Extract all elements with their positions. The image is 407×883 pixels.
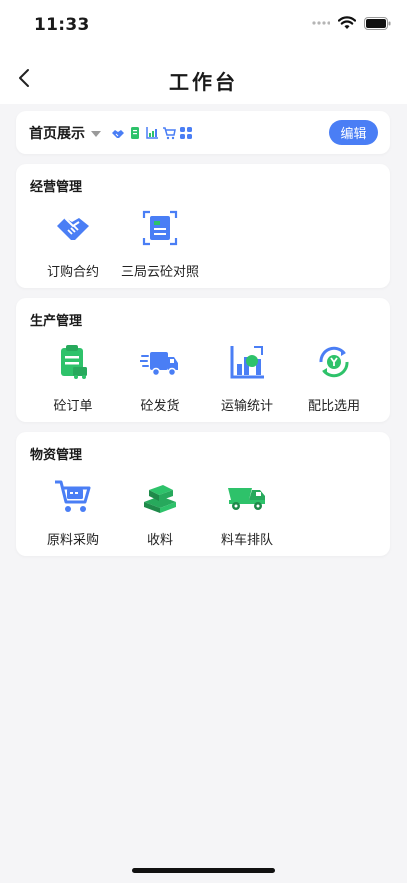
delivery-truck-icon	[140, 352, 178, 377]
item-concrete-delivery[interactable]: 砼发货	[115, 342, 205, 414]
section-business-management: 经营管理 订购合约 三局云砼对照	[16, 164, 390, 288]
item-order-contract[interactable]: 订购合约	[28, 208, 118, 280]
section-materials-management: 物资管理 原料采购 收料 料车排队	[16, 432, 390, 556]
section-title: 经营管理	[30, 180, 83, 195]
grid-icon	[179, 125, 193, 139]
status-icons	[312, 16, 391, 30]
section-title: 物资管理	[30, 448, 83, 463]
chart-icon	[145, 125, 159, 139]
item-receive-materials[interactable]: 收料	[115, 476, 205, 548]
signal-icon	[312, 21, 330, 25]
status-time: 11:33	[34, 15, 90, 35]
item-label: 砼发货	[140, 399, 180, 414]
shopping-cart-icon	[55, 480, 91, 512]
home-display-selector[interactable]: 首页展示	[29, 123, 101, 143]
home-display-icons	[111, 125, 193, 140]
item-raw-material-purchase[interactable]: 原料采购	[28, 476, 118, 548]
edit-button[interactable]: 编辑	[329, 120, 378, 145]
item-label: 料车排队	[220, 533, 273, 548]
item-truck-queue[interactable]: 料车排队	[202, 476, 292, 548]
cart-icon	[162, 125, 176, 140]
dump-truck-icon	[228, 488, 265, 510]
handshake-icon	[57, 217, 89, 240]
status-bar: 11:33	[0, 0, 407, 52]
home-display-label: 首页展示	[29, 126, 85, 142]
materials-stack-icon	[144, 485, 176, 513]
bar-chart-icon	[230, 346, 264, 379]
nav-bar: 工作台	[0, 52, 407, 104]
item-label: 砼订单	[53, 399, 93, 414]
item-label: 订购合约	[46, 265, 99, 280]
wifi-icon	[338, 16, 356, 29]
item-label: 收料	[146, 533, 173, 548]
item-cloud-comparison[interactable]: 三局云砼对照	[115, 208, 205, 280]
item-label: 三局云砼对照	[120, 265, 199, 280]
battery-icon	[364, 16, 391, 30]
home-display-card: 首页展示 编辑	[16, 111, 390, 154]
item-label: 原料采购	[46, 533, 99, 548]
clipboard-order-icon	[61, 345, 87, 379]
item-transport-stats[interactable]: 运输统计	[202, 342, 292, 414]
home-indicator	[132, 868, 275, 873]
document-icon	[128, 125, 142, 139]
handshake-icon	[111, 125, 125, 139]
item-label: 配比选用	[307, 399, 360, 414]
item-label: 运输统计	[220, 399, 273, 414]
page-title: 工作台	[169, 70, 238, 94]
caret-down-icon	[91, 131, 101, 137]
item-concrete-order[interactable]: 砼订单	[28, 342, 118, 414]
section-production-management: 生产管理 砼订单 砼发货 运输统计 配比选用	[16, 298, 390, 422]
scan-document-icon	[142, 210, 178, 246]
section-title: 生产管理	[30, 314, 83, 329]
cycle-icon	[319, 346, 349, 378]
item-mix-selection[interactable]: 配比选用	[289, 342, 379, 414]
